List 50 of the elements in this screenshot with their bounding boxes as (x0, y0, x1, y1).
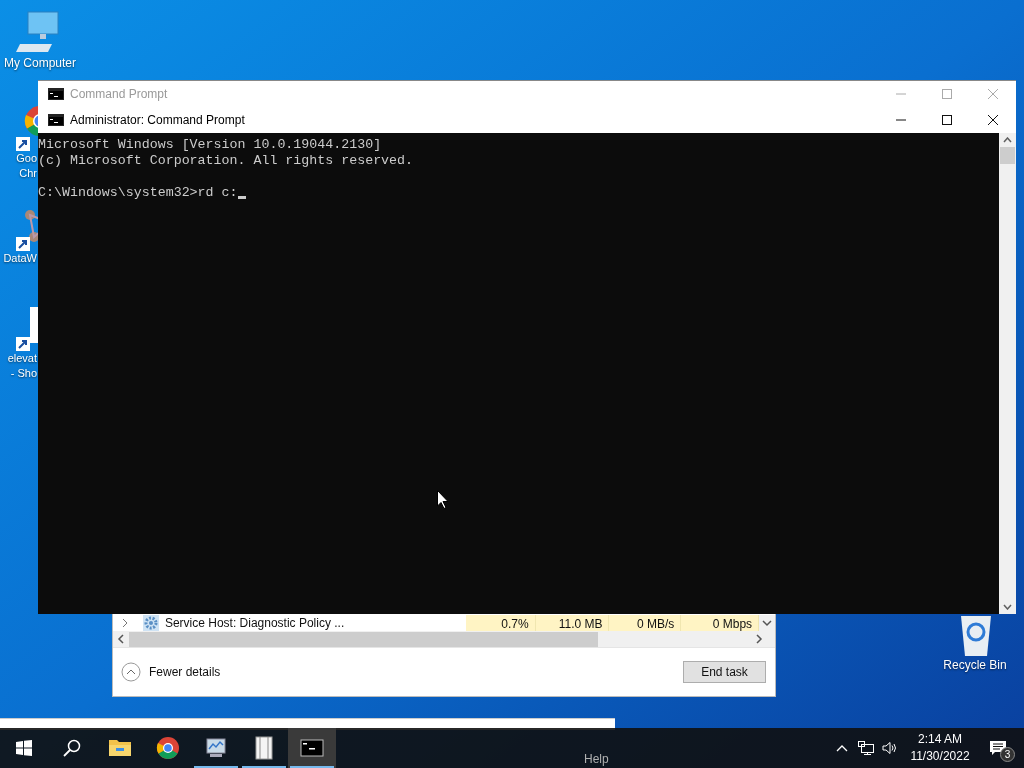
windows-logo-icon (16, 740, 32, 756)
gear-icon (142, 615, 159, 631)
vertical-scrollbar[interactable] (999, 133, 1016, 614)
maximize-icon[interactable] (942, 114, 952, 125)
icon-label: DataW (3, 251, 38, 266)
table-cell: 0 MB/s (609, 615, 682, 631)
search-icon (63, 739, 81, 757)
console-line: C:\Windows\system32>rd c: (38, 185, 238, 201)
console-icon (48, 113, 64, 126)
table-cell: 0.7% (465, 615, 536, 631)
clock-time: 2:14 AM (918, 731, 962, 748)
icon-label: - Sho (10, 366, 38, 381)
clock-date: 11/30/2022 (910, 748, 970, 765)
collapse-chevron-icon (121, 662, 141, 682)
taskbar-button[interactable] (288, 728, 336, 768)
scroll-up-icon[interactable] (1003, 137, 1012, 143)
chevron-up-icon (836, 744, 848, 752)
chrome-icon (156, 736, 180, 760)
icon-label: Chr (19, 166, 38, 181)
close-icon[interactable] (988, 114, 998, 125)
end-task-button[interactable]: End task (683, 661, 766, 683)
chevron-right-icon[interactable] (121, 618, 129, 628)
speaker-icon (882, 741, 898, 755)
notebook-icon (252, 736, 276, 760)
console-icon (48, 88, 64, 100)
icon-label: My Computer (4, 56, 76, 71)
menu-item[interactable]: Help (584, 750, 609, 768)
fewer-details-button[interactable]: Fewer details (121, 662, 221, 682)
table-cell: 0 Mbps (681, 615, 760, 631)
table-cell: 11.0 MB (535, 615, 610, 631)
scrollbar-thumb[interactable] (1000, 147, 1015, 164)
scroll-down-icon[interactable] (762, 619, 773, 627)
process-name: Service Host: Diagnostic Policy ... (164, 615, 346, 632)
horizontal-scrollbar[interactable] (113, 631, 775, 647)
scroll-down-icon[interactable] (1003, 604, 1012, 610)
monitor-chart-icon (204, 736, 228, 760)
console-line: Microsoft Windows [Version 10.0.19044.2130] (38, 137, 382, 153)
scrollbar-thumb[interactable] (129, 631, 598, 647)
console-icon (300, 736, 324, 760)
mouse-pointer-icon (437, 490, 449, 509)
icon-label: elevat (7, 351, 38, 366)
window-title: Command Prompt (70, 86, 169, 103)
network-icon (858, 741, 874, 755)
icon-label: Recycle Bin (943, 658, 1007, 673)
icon-label: Goo (16, 151, 38, 166)
scroll-left-icon[interactable] (117, 634, 125, 644)
notification-count: 3 (1000, 747, 1015, 762)
scroll-right-icon[interactable] (755, 634, 763, 644)
console-line: (c) Microsoft Corporation. All rights reserved. (38, 153, 414, 169)
window-title: Administrator: Command Prompt (70, 111, 246, 129)
